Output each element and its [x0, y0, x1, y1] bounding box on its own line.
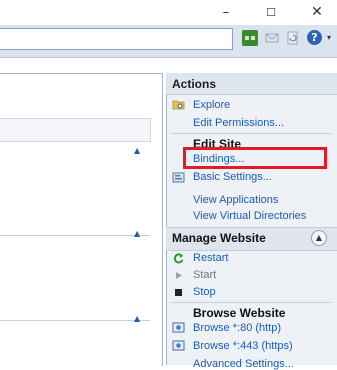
restart-link[interactable]: Restart	[193, 252, 228, 264]
stop-link[interactable]: Stop	[193, 286, 216, 298]
browse-website-header: Browse Website	[193, 306, 286, 320]
collapse-up-icon[interactable]: ▲	[311, 230, 327, 246]
start-link[interactable]: Start	[193, 269, 216, 281]
edit-permissions-link[interactable]: Edit Permissions...	[193, 117, 284, 129]
view-applications-link[interactable]: View Applications	[193, 194, 278, 206]
section-header-band	[0, 118, 151, 142]
actions-separator	[171, 133, 331, 134]
bindings-highlight-box	[183, 147, 327, 169]
browse-https-link[interactable]: Browse *:443 (https)	[193, 340, 293, 352]
explore-link[interactable]: Explore	[193, 99, 230, 111]
browse-http-link[interactable]: Browse *:80 (http)	[193, 322, 281, 334]
mail-icon[interactable]	[264, 30, 280, 46]
network-icon[interactable]	[242, 30, 258, 46]
start-icon	[172, 269, 185, 282]
browse-http-icon	[172, 321, 185, 334]
browse-https-icon	[172, 339, 185, 352]
collapse-chevron-icon[interactable]: ▲	[134, 146, 144, 156]
maximize-button[interactable]: ☐	[254, 0, 288, 25]
stop-icon	[172, 286, 185, 299]
advanced-settings-link[interactable]: Advanced Settings...	[193, 358, 294, 370]
section-divider	[0, 235, 150, 236]
refresh-icon[interactable]	[285, 30, 301, 46]
address-input[interactable]	[0, 28, 233, 50]
help-icon[interactable]: ?	[307, 30, 322, 45]
minimize-button[interactable]: –	[209, 0, 243, 25]
section-divider	[0, 320, 150, 321]
dropdown-arrow-icon[interactable]: ▾	[324, 30, 334, 46]
actions-separator	[171, 302, 331, 303]
collapse-chevron-icon[interactable]: ▲	[134, 229, 144, 239]
basic-settings-icon	[172, 171, 185, 184]
basic-settings-link[interactable]: Basic Settings...	[193, 171, 272, 183]
manage-website-title: Manage Website	[172, 231, 266, 245]
collapse-chevron-icon[interactable]: ▲	[134, 314, 144, 324]
view-virtual-directories-link[interactable]: View Virtual Directories	[193, 210, 306, 222]
close-button[interactable]: ✕	[300, 0, 334, 25]
restart-icon	[172, 252, 185, 265]
actions-title: Actions	[166, 73, 337, 95]
explore-icon	[172, 98, 185, 111]
